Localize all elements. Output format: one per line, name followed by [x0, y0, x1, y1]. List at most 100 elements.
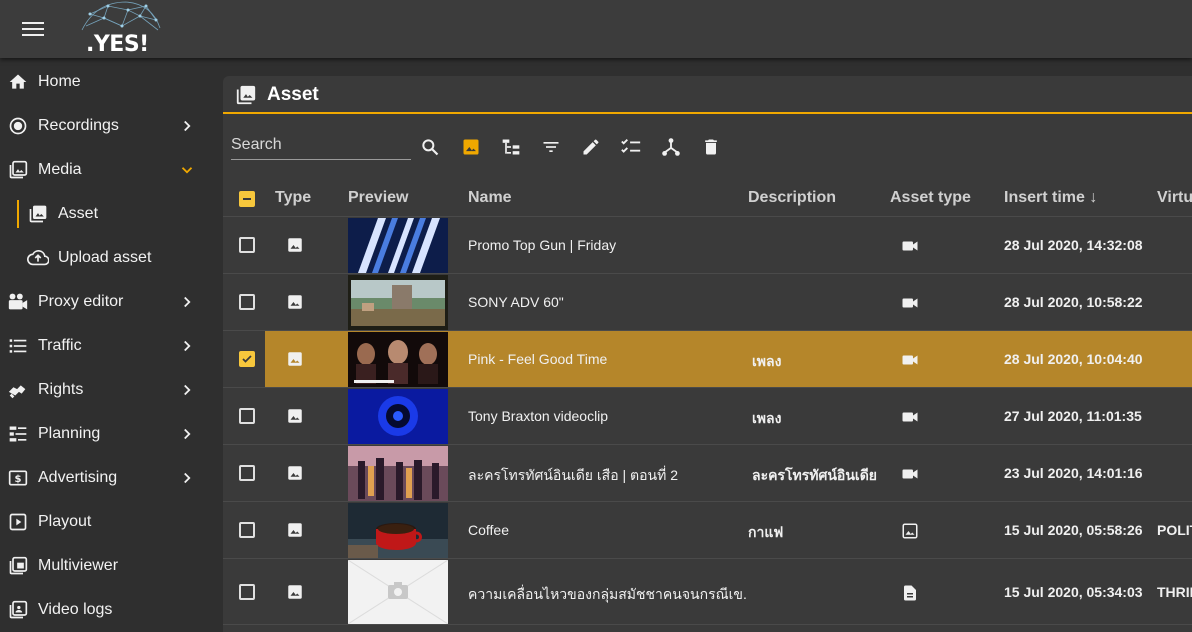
table-row[interactable]: SONY ADV 60" 28 Jul 2020, 10:58:22	[223, 274, 1192, 331]
column-header-asset-type[interactable]: Asset type	[890, 189, 971, 207]
chevron-right-icon	[178, 337, 196, 355]
filter-icon[interactable]	[540, 136, 562, 158]
preview-thumbnail[interactable]	[348, 275, 448, 330]
sidebar-item-asset[interactable]: Asset	[0, 192, 222, 236]
sidebar-item-media[interactable]: Media	[0, 148, 222, 192]
insert-time: 27 Jul 2020, 11:01:35	[1004, 408, 1142, 424]
insert-time: 15 Jul 2020, 05:58:26	[1004, 522, 1143, 538]
sidebar-item-planning[interactable]: Planning	[0, 412, 222, 456]
sidebar-item-traffic[interactable]: Traffic	[0, 324, 222, 368]
sidebar-item-label: Playout	[38, 513, 92, 530]
row-checkbox[interactable]	[239, 465, 255, 481]
preview-thumbnail[interactable]	[348, 560, 448, 624]
column-header-preview[interactable]: Preview	[348, 189, 408, 207]
row-checkbox[interactable]	[239, 408, 255, 424]
preview-thumbnail[interactable]	[348, 332, 448, 387]
chevron-down-icon	[178, 161, 196, 179]
table-row[interactable]: ความเคลื่อนไหวของกลุ่มสมัชชาคนจนกรณีเข. …	[223, 559, 1192, 625]
table-row[interactable]: Promo Top Gun | Friday 28 Jul 2020, 14:3…	[223, 217, 1192, 274]
menu-icon[interactable]	[22, 18, 44, 40]
asset-name: Pink - Feel Good Time	[468, 351, 608, 367]
preview-thumbnail[interactable]	[348, 503, 448, 558]
chevron-right-icon	[178, 117, 196, 135]
hierarchy-icon[interactable]	[660, 136, 682, 158]
image-icon	[286, 464, 304, 482]
edit-icon[interactable]	[580, 136, 602, 158]
sidebar-item-label: Upload asset	[58, 249, 152, 266]
sidebar-item-label: Media	[38, 161, 82, 178]
logo-text: .YES!	[86, 32, 149, 57]
column-header-insert-time[interactable]: Insert time ↓	[1004, 189, 1097, 207]
image-icon	[286, 236, 304, 254]
search-icon[interactable]	[419, 136, 441, 158]
sidebar-item-label: Planning	[38, 425, 101, 442]
chevron-right-icon	[178, 469, 196, 487]
logo[interactable]: .YES!	[76, 0, 166, 58]
delete-icon[interactable]	[700, 136, 722, 158]
insert-time: 28 Jul 2020, 10:58:22	[1004, 294, 1143, 310]
asset-name: ความเคลื่อนไหวของกลุ่มสมัชชาคนจนกรณีเข.	[468, 586, 747, 602]
video-logs-icon	[7, 599, 29, 621]
insert-time: 28 Jul 2020, 14:32:08	[1004, 237, 1143, 253]
sidebar-item-home[interactable]: Home	[0, 60, 222, 104]
sidebar-item-advertising[interactable]: $ Advertising	[0, 456, 222, 500]
row-checkbox[interactable]	[239, 351, 255, 367]
row-checkbox[interactable]	[239, 237, 255, 253]
row-checkbox[interactable]	[239, 584, 255, 600]
asset-name: Tony Braxton videoclip	[468, 408, 609, 424]
active-indicator	[17, 200, 19, 228]
preview-thumbnail[interactable]	[348, 446, 448, 501]
insert-time: 15 Jul 2020, 05:34:03	[1004, 584, 1143, 600]
chevron-right-icon	[178, 381, 196, 399]
chevron-right-icon	[178, 425, 196, 443]
image-icon	[901, 522, 919, 540]
asset-name: ละครโทรทัศน์อินเดีย เสือ | ตอนที่ 2	[468, 467, 679, 483]
select-all-checkbox[interactable]	[239, 191, 255, 207]
checklist-icon[interactable]	[620, 136, 642, 158]
column-header-virtual[interactable]: Virtu	[1157, 189, 1192, 207]
sidebar-item-upload-asset[interactable]: Upload asset	[0, 236, 222, 280]
table-row[interactable]: Coffee กาแฟ 15 Jul 2020, 05:58:26 POLIT	[223, 502, 1192, 559]
search-input[interactable]	[231, 133, 411, 157]
handshake-icon	[7, 379, 29, 401]
column-header-name[interactable]: Name	[468, 189, 512, 207]
svg-text:$: $	[15, 474, 22, 485]
video-icon	[901, 294, 919, 312]
asset-name: Coffee	[468, 522, 509, 538]
sidebar-item-label: Rights	[38, 381, 84, 398]
asset-description: เพลง	[752, 353, 782, 369]
image-icon	[286, 407, 304, 425]
table-row[interactable]: ละครโทรทัศน์อินเดีย เสือ | ตอนที่ 2 ละคร…	[223, 445, 1192, 502]
sidebar-item-proxy-editor[interactable]: Proxy editor	[0, 280, 222, 324]
image-icon	[286, 293, 304, 311]
search-field[interactable]	[231, 133, 411, 160]
sidebar-item-label: Recordings	[38, 117, 119, 134]
document-icon	[901, 584, 919, 602]
asset-name: Promo Top Gun | Friday	[468, 237, 617, 253]
media-icon	[7, 159, 29, 181]
sidebar-item-label: Asset	[58, 205, 99, 222]
row-checkbox[interactable]	[239, 522, 255, 538]
sidebar-item-video-logs[interactable]: Video logs	[0, 588, 222, 632]
play-icon	[7, 511, 29, 533]
sidebar: Home Recordings Media Asset Upload asset…	[0, 58, 222, 632]
sidebar-item-multiviewer[interactable]: Multiviewer	[0, 544, 222, 588]
row-checkbox[interactable]	[239, 294, 255, 310]
image-view-icon[interactable]	[460, 136, 482, 158]
chevron-right-icon	[178, 293, 196, 311]
column-header-description[interactable]: Description	[748, 189, 836, 207]
video-icon	[901, 465, 919, 483]
tree-view-icon[interactable]	[500, 136, 522, 158]
column-header-type[interactable]: Type	[275, 189, 311, 207]
panel-header: Asset	[223, 76, 1192, 114]
preview-thumbnail[interactable]	[348, 218, 448, 273]
sidebar-item-playout[interactable]: Playout	[0, 500, 222, 544]
sidebar-item-rights[interactable]: Rights	[0, 368, 222, 412]
table-row[interactable]: Pink - Feel Good Time เพลง 28 Jul 2020, …	[223, 331, 1192, 388]
virtual-value: THRIL	[1157, 584, 1192, 600]
sidebar-item-recordings[interactable]: Recordings	[0, 104, 222, 148]
video-icon	[901, 351, 919, 369]
table-row[interactable]: Tony Braxton videoclip เพลง 27 Jul 2020,…	[223, 388, 1192, 445]
preview-thumbnail[interactable]	[348, 389, 448, 444]
asset-name: SONY ADV 60"	[468, 294, 564, 310]
